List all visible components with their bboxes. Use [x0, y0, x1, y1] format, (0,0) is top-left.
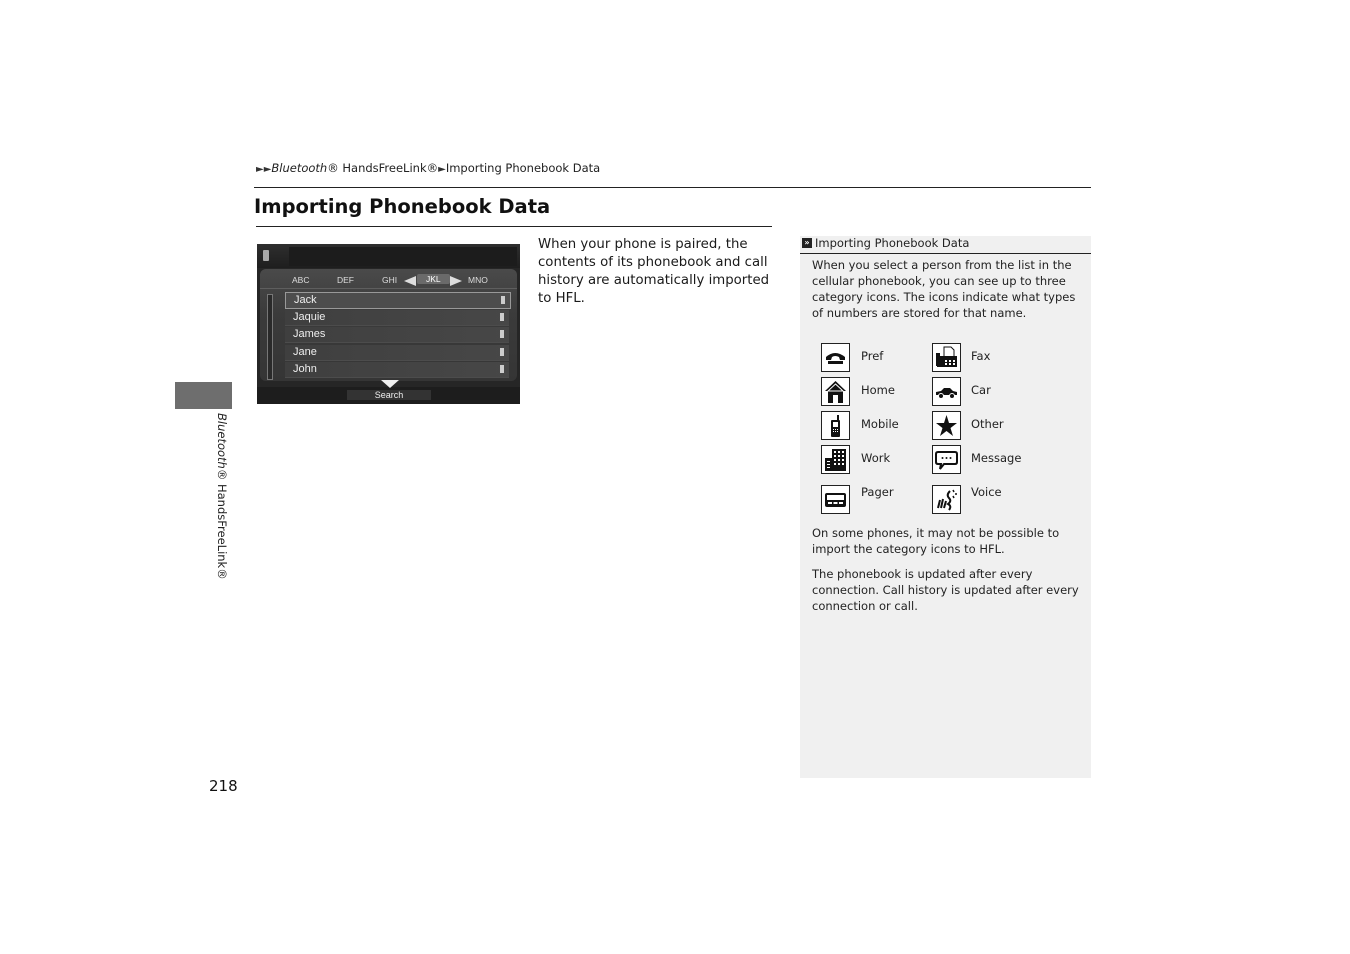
contact-row[interactable]: Jaquie: [285, 310, 509, 326]
contact-name: Jack: [294, 294, 317, 306]
breadcrumb: ►►Bluetooth® HandsFreeLink®►Importing Ph…: [256, 161, 600, 175]
chapter-label-rest: ® HandsFreeLink®: [215, 468, 229, 580]
alphabet-tab[interactable]: ABC: [292, 275, 309, 285]
speech-bubble-icon: [932, 445, 961, 474]
page-title: Importing Phonebook Data: [254, 195, 551, 218]
chapter-label: Bluetooth® HandsFreeLink®: [215, 413, 229, 580]
category-label: Pager: [861, 485, 894, 499]
header-divider: [254, 187, 1091, 188]
chevron-down-icon[interactable]: [381, 380, 399, 388]
building-icon: [821, 445, 850, 474]
page-number: 218: [209, 777, 238, 795]
contact-row[interactable]: James: [285, 327, 509, 343]
alphabet-tab[interactable]: GHI: [382, 275, 397, 285]
breadcrumb-arrows: ►►: [256, 164, 272, 175]
list-scrollbar[interactable]: [267, 294, 273, 380]
category-label: Other: [971, 417, 1004, 431]
screen-list-panel: ABC DEF GHI JKL MNO Jack Jaquie James Ja…: [260, 269, 517, 381]
screen-status-bar: [257, 244, 520, 268]
note-paragraph: The phonebook is updated after every con…: [812, 567, 1079, 613]
category-label: Work: [861, 451, 891, 465]
note-paragraph: When you select a person from the list i…: [812, 258, 1076, 320]
house-icon: [821, 377, 850, 406]
category-label: Message: [971, 451, 1022, 465]
alphabet-tab[interactable]: MNO: [468, 275, 488, 285]
category-label: Home: [861, 383, 895, 397]
contact-name: James: [293, 328, 326, 340]
contact-name: John: [293, 363, 317, 375]
contact-name: Jaquie: [293, 311, 326, 323]
breadcrumb-separator: ►: [438, 164, 446, 175]
contact-name: Jane: [293, 346, 317, 358]
chapter-tab[interactable]: [175, 382, 232, 409]
contact-row[interactable]: John: [285, 362, 509, 378]
category-label: Car: [971, 383, 991, 397]
mobile-phone-icon: [500, 313, 504, 321]
alphabet-tab[interactable]: DEF: [337, 275, 354, 285]
category-label: Voice: [971, 485, 1002, 499]
mobile-phone-icon: [501, 296, 505, 304]
mobile-phone-icon: [821, 411, 850, 440]
alphabet-tabs: ABC DEF GHI JKL MNO: [260, 272, 517, 289]
tab-left-arrow-icon[interactable]: [404, 276, 416, 286]
tab-right-arrow-icon[interactable]: [450, 276, 462, 286]
breadcrumb-section[interactable]: ® HandsFreeLink®: [327, 161, 438, 175]
voice-icon: [932, 485, 961, 514]
note-title: Importing Phonebook Data: [815, 236, 970, 250]
search-button[interactable]: Search: [347, 390, 431, 400]
breadcrumb-current: Importing Phonebook Data: [445, 161, 601, 175]
phonebook-screen-image: ABC DEF GHI JKL MNO Jack Jaquie James Ja…: [257, 244, 520, 404]
mobile-phone-icon: [500, 348, 504, 356]
fax-icon: [932, 343, 961, 372]
pager-icon: [821, 485, 850, 514]
chapter-label-italic: Bluetooth: [215, 413, 229, 469]
category-label: Fax: [971, 349, 991, 363]
note-header: » Importing Phonebook Data: [800, 236, 1091, 254]
category-label: Pref: [861, 349, 884, 363]
mobile-phone-icon: [500, 330, 504, 338]
category-label: Mobile: [861, 417, 899, 431]
screen-title-field: [289, 247, 517, 266]
star-icon: [932, 411, 961, 440]
side-note-panel: » Importing Phonebook Data When you sele…: [800, 236, 1091, 778]
double-chevron-icon: »: [802, 238, 812, 248]
title-divider: [256, 226, 772, 227]
car-icon: [932, 377, 961, 406]
phone-status-icon: [263, 250, 269, 261]
alphabet-tab-active[interactable]: JKL: [417, 274, 450, 284]
mobile-phone-icon: [500, 365, 504, 373]
phone-handset-icon: [821, 343, 850, 372]
note-paragraph: On some phones, it may not be possible t…: [812, 526, 1060, 556]
contact-row[interactable]: Jane: [285, 345, 509, 361]
intro-paragraph: When your phone is paired, the contents …: [538, 237, 770, 306]
breadcrumb-section-italic[interactable]: Bluetooth: [271, 161, 327, 175]
contact-row[interactable]: Jack: [285, 292, 511, 309]
